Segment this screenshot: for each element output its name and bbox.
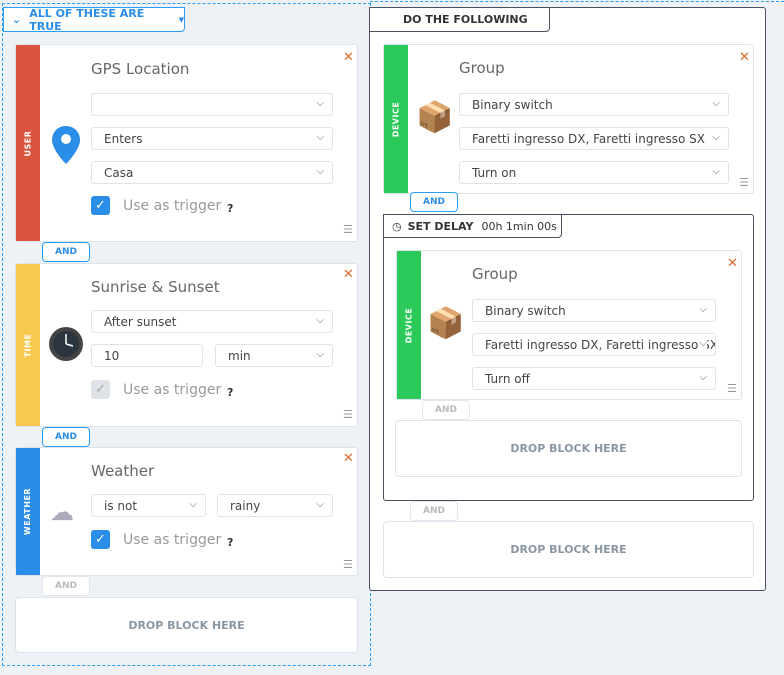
caret-down-icon: ▼ xyxy=(178,15,184,24)
box-icon: 📦 xyxy=(427,306,465,341)
card-title: Sunrise & Sunset xyxy=(91,278,220,296)
close-icon[interactable]: ✕ xyxy=(739,50,750,65)
chevron-down-icon: ⌵ xyxy=(316,499,324,510)
place-select[interactable]: Casa ⌵ xyxy=(91,161,333,184)
trigger-checkbox[interactable]: ✓ xyxy=(91,196,110,215)
comparator-select[interactable]: is not ⌵ xyxy=(91,494,206,517)
clock-icon: ◷ xyxy=(392,219,402,233)
and-connector: AND xyxy=(410,192,458,212)
conditions-mode-dropdown[interactable]: ⌄ ALL OF THESE ARE TRUE ▼ xyxy=(3,6,185,33)
chevron-down-icon: ⌵ xyxy=(699,304,707,315)
chevron-down-icon: ⌵ xyxy=(316,315,324,326)
delay-label: SET DELAY xyxy=(407,219,474,233)
clock-icon xyxy=(49,327,83,361)
weather-select[interactable]: rainy ⌵ xyxy=(217,494,333,517)
device-type-select[interactable]: Binary switch ⌵ xyxy=(472,299,716,322)
category-strip: TIME xyxy=(16,264,40,426)
card-title: GPS Location xyxy=(91,60,190,78)
chevron-down-icon: ⌵ xyxy=(699,372,707,383)
help-icon[interactable]: ? xyxy=(227,202,233,215)
trigger-label: Use as trigger xyxy=(123,382,222,398)
close-icon[interactable]: ✕ xyxy=(727,256,738,271)
chevron-down-icon: ⌵ xyxy=(316,132,324,143)
trigger-checkbox[interactable]: ✓ xyxy=(91,380,110,399)
drop-zone[interactable]: DROP BLOCK HERE xyxy=(15,597,358,653)
category-strip: USER xyxy=(16,45,40,241)
chevron-down-icon: ⌵ xyxy=(699,338,707,349)
chevron-down-icon: ⌵ xyxy=(316,166,324,177)
event-select[interactable]: Enters ⌵ xyxy=(91,127,333,150)
device-select[interactable]: Faretti ingresso DX, Faretti ingresso SX… xyxy=(472,333,716,356)
trigger-label: Use as trigger xyxy=(123,198,222,214)
and-connector: AND xyxy=(422,400,470,420)
and-connector: AND xyxy=(42,242,90,262)
actions-drop-zone[interactable]: DROP BLOCK HERE xyxy=(383,521,754,578)
action-select[interactable]: Turn on ⌵ xyxy=(459,161,729,184)
collapse-chevron-icon[interactable]: ⌄ xyxy=(12,13,21,26)
close-icon[interactable]: ✕ xyxy=(343,267,354,282)
help-icon[interactable]: ? xyxy=(227,386,233,399)
conditions-header: ALL OF THESE ARE TRUE xyxy=(29,6,145,33)
chevron-down-icon: ⌵ xyxy=(189,499,197,510)
offset-unit-select[interactable]: min ⌵ xyxy=(215,344,333,367)
device-type-select[interactable]: Binary switch ⌵ xyxy=(459,93,729,116)
drag-handle-icon[interactable]: ☰ xyxy=(343,558,353,571)
chevron-down-icon: ⌵ xyxy=(316,349,324,360)
drag-handle-icon[interactable]: ☰ xyxy=(727,382,737,395)
condition-card-weather: WEATHER ☁ Weather ✕ is not ⌵ rainy ⌵ ✓ Use… xyxy=(15,447,358,576)
device-select[interactable]: Faretti ingresso DX, Faretti ingresso SX… xyxy=(459,127,729,150)
action-select[interactable]: Turn off ⌵ xyxy=(472,367,716,390)
chevron-down-icon: ⌵ xyxy=(316,98,324,109)
delay-header[interactable]: ◷ SET DELAY 00h 1min 00s xyxy=(383,214,562,238)
and-connector: AND xyxy=(42,427,90,447)
map-pin-icon xyxy=(52,126,80,164)
delay-drop-zone[interactable]: DROP BLOCK HERE xyxy=(395,420,742,477)
box-icon: 📦 xyxy=(416,100,454,135)
chevron-down-icon: ⌵ xyxy=(712,98,720,109)
actions-header: DO THE FOLLOWING xyxy=(369,7,550,32)
drag-handle-icon[interactable]: ☰ xyxy=(739,176,749,189)
card-title: Group xyxy=(472,265,518,283)
trigger-label: Use as trigger xyxy=(123,532,222,548)
cloud-icon: ☁ xyxy=(50,498,74,526)
sun-event-select[interactable]: After sunset ⌵ xyxy=(91,310,333,333)
drag-handle-icon[interactable]: ☰ xyxy=(343,223,353,236)
delay-value[interactable]: 00h 1min 00s xyxy=(481,220,556,233)
chevron-down-icon: ⌵ xyxy=(712,132,720,143)
close-icon[interactable]: ✕ xyxy=(343,451,354,466)
condition-card-gps: USER GPS Location ✕ ⌵ Enters ⌵ Casa ⌵ ✓ Us… xyxy=(15,44,358,242)
selection-outline xyxy=(370,1,784,2)
category-strip: WEATHER xyxy=(16,448,40,575)
condition-card-sun: TIME Sunrise & Sunset ✕ After sunset ⌵ 10… xyxy=(15,263,358,427)
help-icon[interactable]: ? xyxy=(227,536,233,549)
action-card-group-off: DEVICE 📦 Group ✕ Binary switch ⌵ Faretti … xyxy=(396,250,742,400)
chevron-down-icon: ⌵ xyxy=(712,166,720,177)
close-icon[interactable]: ✕ xyxy=(343,50,354,65)
drag-handle-icon[interactable]: ☰ xyxy=(343,408,353,421)
and-connector: AND xyxy=(410,501,458,521)
action-card-group-on: DEVICE 📦 Group ✕ Binary switch ⌵ Faretti … xyxy=(383,44,754,194)
user-select[interactable]: ⌵ xyxy=(91,93,333,116)
category-strip: DEVICE xyxy=(397,251,421,399)
and-connector: AND xyxy=(42,576,90,596)
offset-input[interactable]: 10 xyxy=(91,344,203,367)
card-title: Weather xyxy=(91,462,155,480)
category-strip: DEVICE xyxy=(384,45,408,193)
trigger-checkbox[interactable]: ✓ xyxy=(91,530,110,549)
card-title: Group xyxy=(459,59,505,77)
